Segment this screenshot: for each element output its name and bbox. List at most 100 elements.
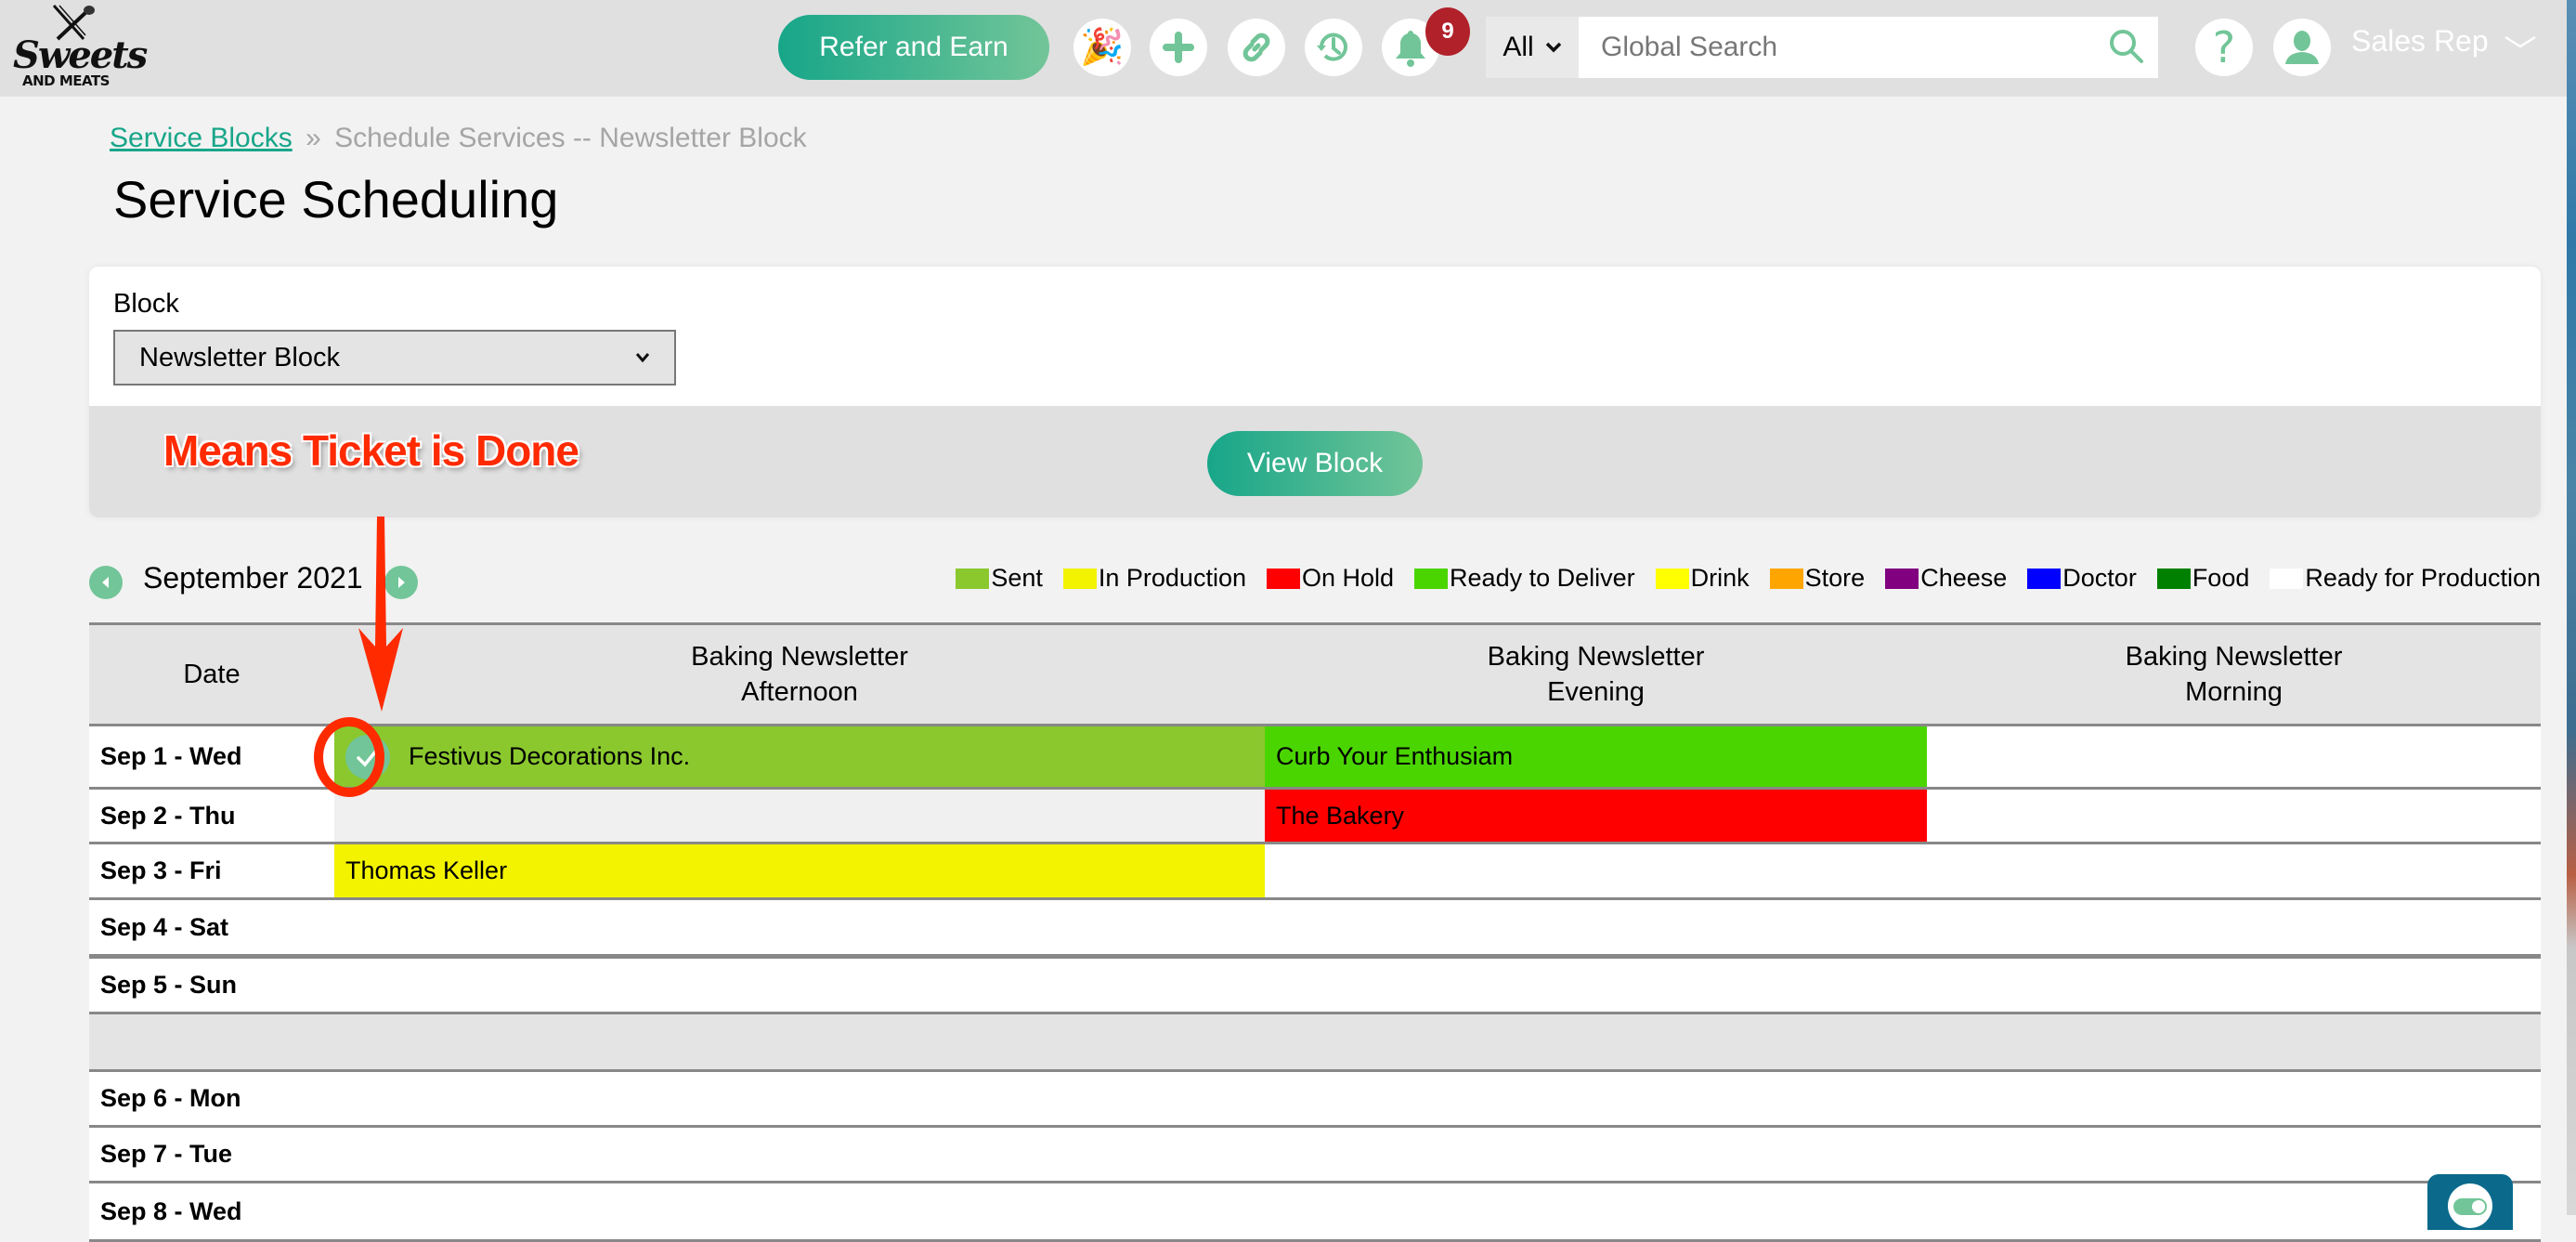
bell-icon [1396,31,1425,67]
column-header-morning-line2: Morning [2185,677,2283,707]
table-header: Date Baking Newsletter Afternoon Baking … [89,622,2541,726]
schedule-cell-afternoon[interactable] [334,1072,1265,1125]
chevron-down-icon [1545,42,1561,53]
column-header-afternoon: Baking Newsletter Afternoon [334,625,1265,724]
schedule-cell-afternoon[interactable] [334,959,1265,1012]
legend-item: On Hold [1266,564,1394,593]
annotation-circle [314,717,384,797]
current-month: September 2021 [143,561,363,595]
date-cell: Sep 1 - Wed [100,742,242,770]
legend-item: Ready to Deliver [1414,564,1635,593]
block-selection-card: Block Newsletter Block View Block [89,267,2541,517]
ticket-name[interactable]: Thomas Keller [345,856,507,885]
prev-month-button[interactable] [89,566,123,599]
search-icon [2110,30,2143,63]
table-body: Sep 1 - Wed Festivus Decorations Inc. Curb… [89,726,2541,1242]
legend-swatch [1769,568,1803,589]
notification-count-badge: 9 [1425,7,1470,56]
chat-widget-inner [2448,1183,2492,1228]
legend-label: Sent [991,564,1043,592]
search-scope-select[interactable]: All [1486,17,1579,78]
date-cell: Sep 2 - Thu [100,801,236,830]
ticket-name[interactable]: Festivus Decorations Inc. [409,742,690,771]
schedule-cell-afternoon[interactable] [334,790,1265,842]
column-header-morning-line1: Baking Newsletter [2125,642,2343,672]
legend-label: Ready to Deliver [1450,564,1635,592]
toggle-icon [2453,1198,2487,1215]
legend-swatch [2270,568,2304,589]
breadcrumb-current: Schedule Services -- Newsletter Block [334,123,807,153]
schedule-cell-evening[interactable] [1265,1128,1927,1181]
column-header-evening: Baking Newsletter Evening [1265,625,1927,724]
schedule-cell-morning[interactable] [1927,726,2541,787]
date-cell: Sep 5 - Sun [100,971,238,999]
legend-swatch [1885,568,1919,589]
legend-label: Cheese [1920,564,2008,592]
legend-swatch [2027,568,2062,589]
date-cell: Sep 7 - Tue [100,1140,233,1168]
legend-label: Drink [1690,564,1750,592]
schedule-cell-morning[interactable] [1927,1128,2541,1181]
schedule-cell-morning[interactable] [1927,790,2541,842]
history-button[interactable] [1305,19,1362,76]
column-header-evening-line1: Baking Newsletter [1487,642,1705,672]
column-header-date: Date [183,660,241,689]
ticket-name[interactable]: Curb Your Enthusiam [1276,742,1513,771]
schedule-cell-evening[interactable] [1265,959,1927,1012]
global-search-input[interactable] [1579,17,2158,78]
legend-label: Ready for Production [2305,564,2541,592]
add-button[interactable] [1150,19,1207,76]
block-label: Block [113,289,179,319]
block-select[interactable]: Newsletter Block [113,330,676,386]
legend-item: In Production [1062,564,1246,593]
user-name: Sales Rep [2351,24,2489,58]
column-header-morning: Baking Newsletter Morning [1927,625,2541,724]
table-row: Sep 5 - Sun [89,959,2541,1014]
schedule-cell-evening[interactable] [1265,1072,1927,1125]
schedule-cell-afternoon[interactable] [334,1183,1265,1239]
ticket-name[interactable]: The Bakery [1276,802,1404,830]
schedule-cell-afternoon[interactable]: Thomas Keller [334,844,1265,897]
legend-item: Store [1769,564,1865,593]
schedule-cell-morning[interactable] [1927,844,2541,897]
block-select-value: Newsletter Block [139,342,340,373]
party-popper-icon: 🎉 [1080,28,1125,67]
schedule-cell-afternoon[interactable]: Festivus Decorations Inc. [334,726,1265,787]
refer-and-earn-button[interactable]: Refer and Earn [778,15,1049,80]
help-button[interactable]: ? [2195,19,2253,76]
user-avatar[interactable] [2273,19,2331,76]
schedule-cell-morning[interactable] [1927,900,2541,954]
logo-subtext: AND MEATS [22,72,111,89]
breadcrumb-link-service-blocks[interactable]: Service Blocks [110,123,293,153]
date-cell: Sep 3 - Fri [100,856,222,884]
schedule-cell-evening[interactable]: Curb Your Enthusiam [1265,726,1927,787]
view-block-button[interactable]: View Block [1207,431,1423,496]
table-row: Sep 8 - Wed [89,1183,2541,1242]
schedule-cell-evening[interactable] [1265,844,1927,897]
search-scope-value: All [1503,32,1534,62]
schedule-cell-afternoon[interactable] [334,1128,1265,1181]
legend-item: Cheese [1885,564,2007,593]
links-button[interactable] [1228,19,1285,76]
legend-swatch [956,568,990,589]
chat-widget-button[interactable] [2427,1174,2513,1230]
logo[interactable]: Sweets AND MEATS [9,4,148,93]
search-button[interactable] [2106,26,2147,67]
schedule-cell-evening[interactable] [1265,1183,1927,1239]
schedule-cell-evening[interactable] [1265,900,1927,954]
annotation-arrow-icon [358,516,403,712]
user-menu[interactable]: Sales Rep [2351,24,2537,59]
schedule-cell-afternoon[interactable] [334,900,1265,954]
schedule-cell-evening[interactable]: The Bakery [1265,790,1927,842]
link-icon [1242,33,1270,62]
column-header-afternoon-line1: Baking Newsletter [691,642,908,672]
legend-swatch [1655,568,1689,589]
party-popper-button[interactable]: 🎉 [1073,19,1131,76]
user-icon [2285,31,2319,64]
legend-swatch [2156,568,2191,589]
schedule-cell-morning[interactable] [1927,1072,2541,1125]
legend-label: Doctor [2062,564,2137,592]
date-cell: Sep 4 - Sat [100,912,229,941]
schedule-cell-morning[interactable] [1927,959,2541,1012]
annotation-label: Means Ticket is Done [163,426,579,475]
